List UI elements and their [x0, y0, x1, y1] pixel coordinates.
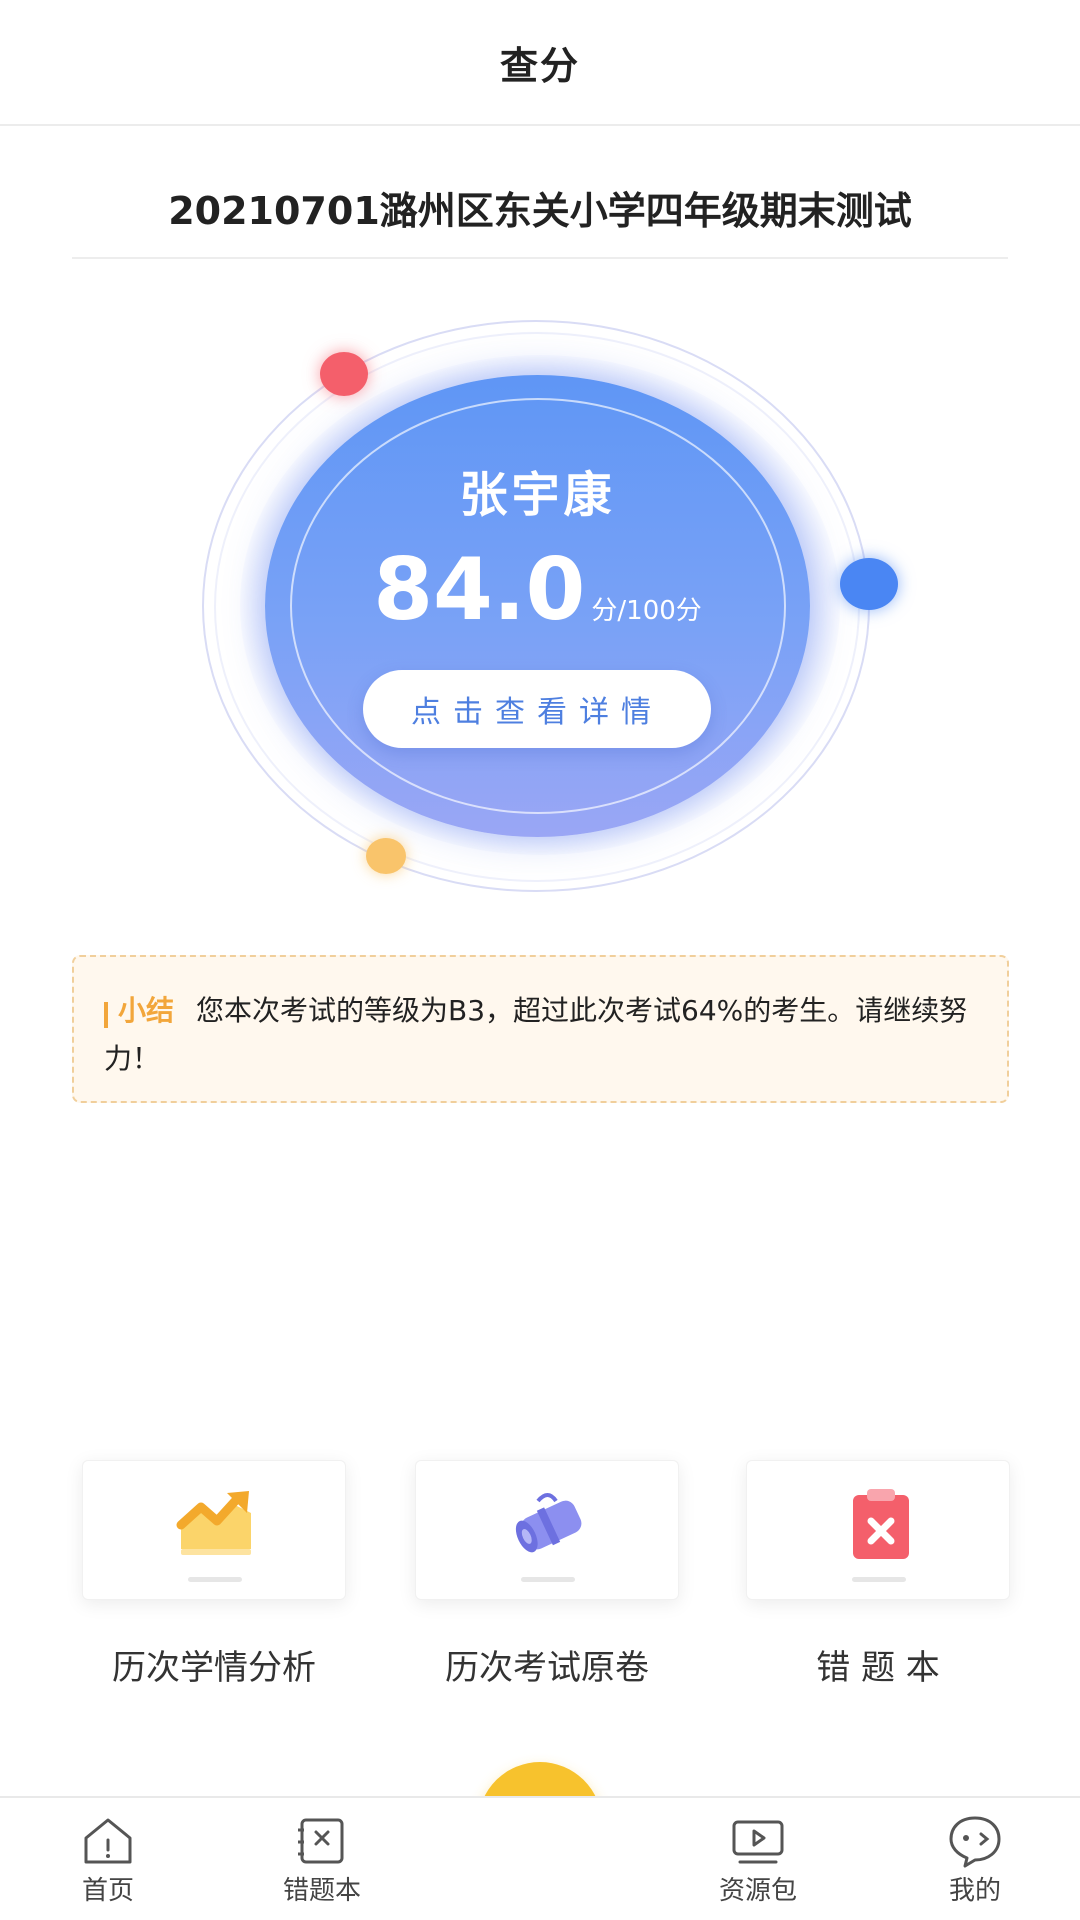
- feature-history-analysis[interactable]: 历次学情分析: [82, 1460, 346, 1689]
- card-underline: [521, 1577, 575, 1582]
- page-title: 查分: [499, 43, 580, 88]
- feature-history-papers[interactable]: 历次考试原卷: [415, 1460, 679, 1689]
- divider: [72, 257, 1008, 259]
- summary-text: 您本次考试的等级为B3，超过此次考试64%的考生。请继续努力！: [104, 994, 968, 1075]
- summary-text-block: 小结 您本次考试的等级为B3，超过此次考试64%的考生。请继续努力！: [104, 987, 977, 1083]
- decor-dot-yellow: [366, 838, 406, 874]
- profile-face-icon: [949, 1816, 1001, 1868]
- wrong-clipboard-icon: [853, 1489, 909, 1559]
- feature-grid: 历次学情分析 历次考试原卷 错 题 本: [0, 1460, 1080, 1690]
- view-details-button[interactable]: 点击查看详情: [363, 670, 711, 748]
- score-line: 84.0 分/100分: [265, 540, 810, 640]
- nav-label: 首页: [81, 1876, 134, 1906]
- feature-card[interactable]: [82, 1460, 346, 1600]
- scroll-icon: [515, 1493, 582, 1553]
- video-resource-icon: [732, 1820, 784, 1864]
- nav-item-home[interactable]: 首页: [38, 1812, 178, 1907]
- nav-label: 资源包: [718, 1876, 797, 1906]
- score-panel: 张宇康 84.0 分/100分 点击查看详情: [0, 300, 1080, 920]
- nav-label: 我的: [948, 1876, 1001, 1906]
- summary-box: 小结 您本次考试的等级为B3，超过此次考试64%的考生。请继续努力！: [72, 955, 1009, 1103]
- exam-title: 20210701潞州区东关小学四年级期末测试: [168, 189, 912, 233]
- decor-dot-red: [320, 352, 368, 396]
- score-unit: 分/100分: [591, 596, 702, 626]
- feature-card[interactable]: [746, 1460, 1010, 1600]
- home-icon: [84, 1818, 132, 1864]
- feature-wrong-book[interactable]: 错 题 本: [746, 1460, 1010, 1689]
- card-underline: [852, 1577, 906, 1582]
- score-value: 84.0: [373, 540, 586, 640]
- trend-chart-icon: [176, 1491, 251, 1555]
- top-bar: 查分: [0, 0, 1080, 126]
- feature-label: 历次考试原卷: [445, 1648, 649, 1688]
- decor-dot-blue: [840, 558, 898, 610]
- summary-label: 小结: [104, 994, 174, 1027]
- nav-item-wrong-book[interactable]: 错题本: [252, 1812, 392, 1907]
- nav-label: 错题本: [282, 1876, 361, 1906]
- nav-item-mine[interactable]: 我的: [905, 1812, 1045, 1907]
- student-name: 张宇康: [459, 467, 616, 523]
- wrong-book-icon: [298, 1818, 344, 1864]
- nav-item-resources[interactable]: 资源包: [688, 1812, 828, 1907]
- bottom-nav: 首页 错题本 资源包 我的: [0, 1796, 1080, 1920]
- feature-card[interactable]: [415, 1460, 679, 1600]
- feature-label: 错 题 本: [816, 1648, 940, 1688]
- feature-label: 历次学情分析: [112, 1648, 316, 1688]
- card-underline: [188, 1577, 242, 1582]
